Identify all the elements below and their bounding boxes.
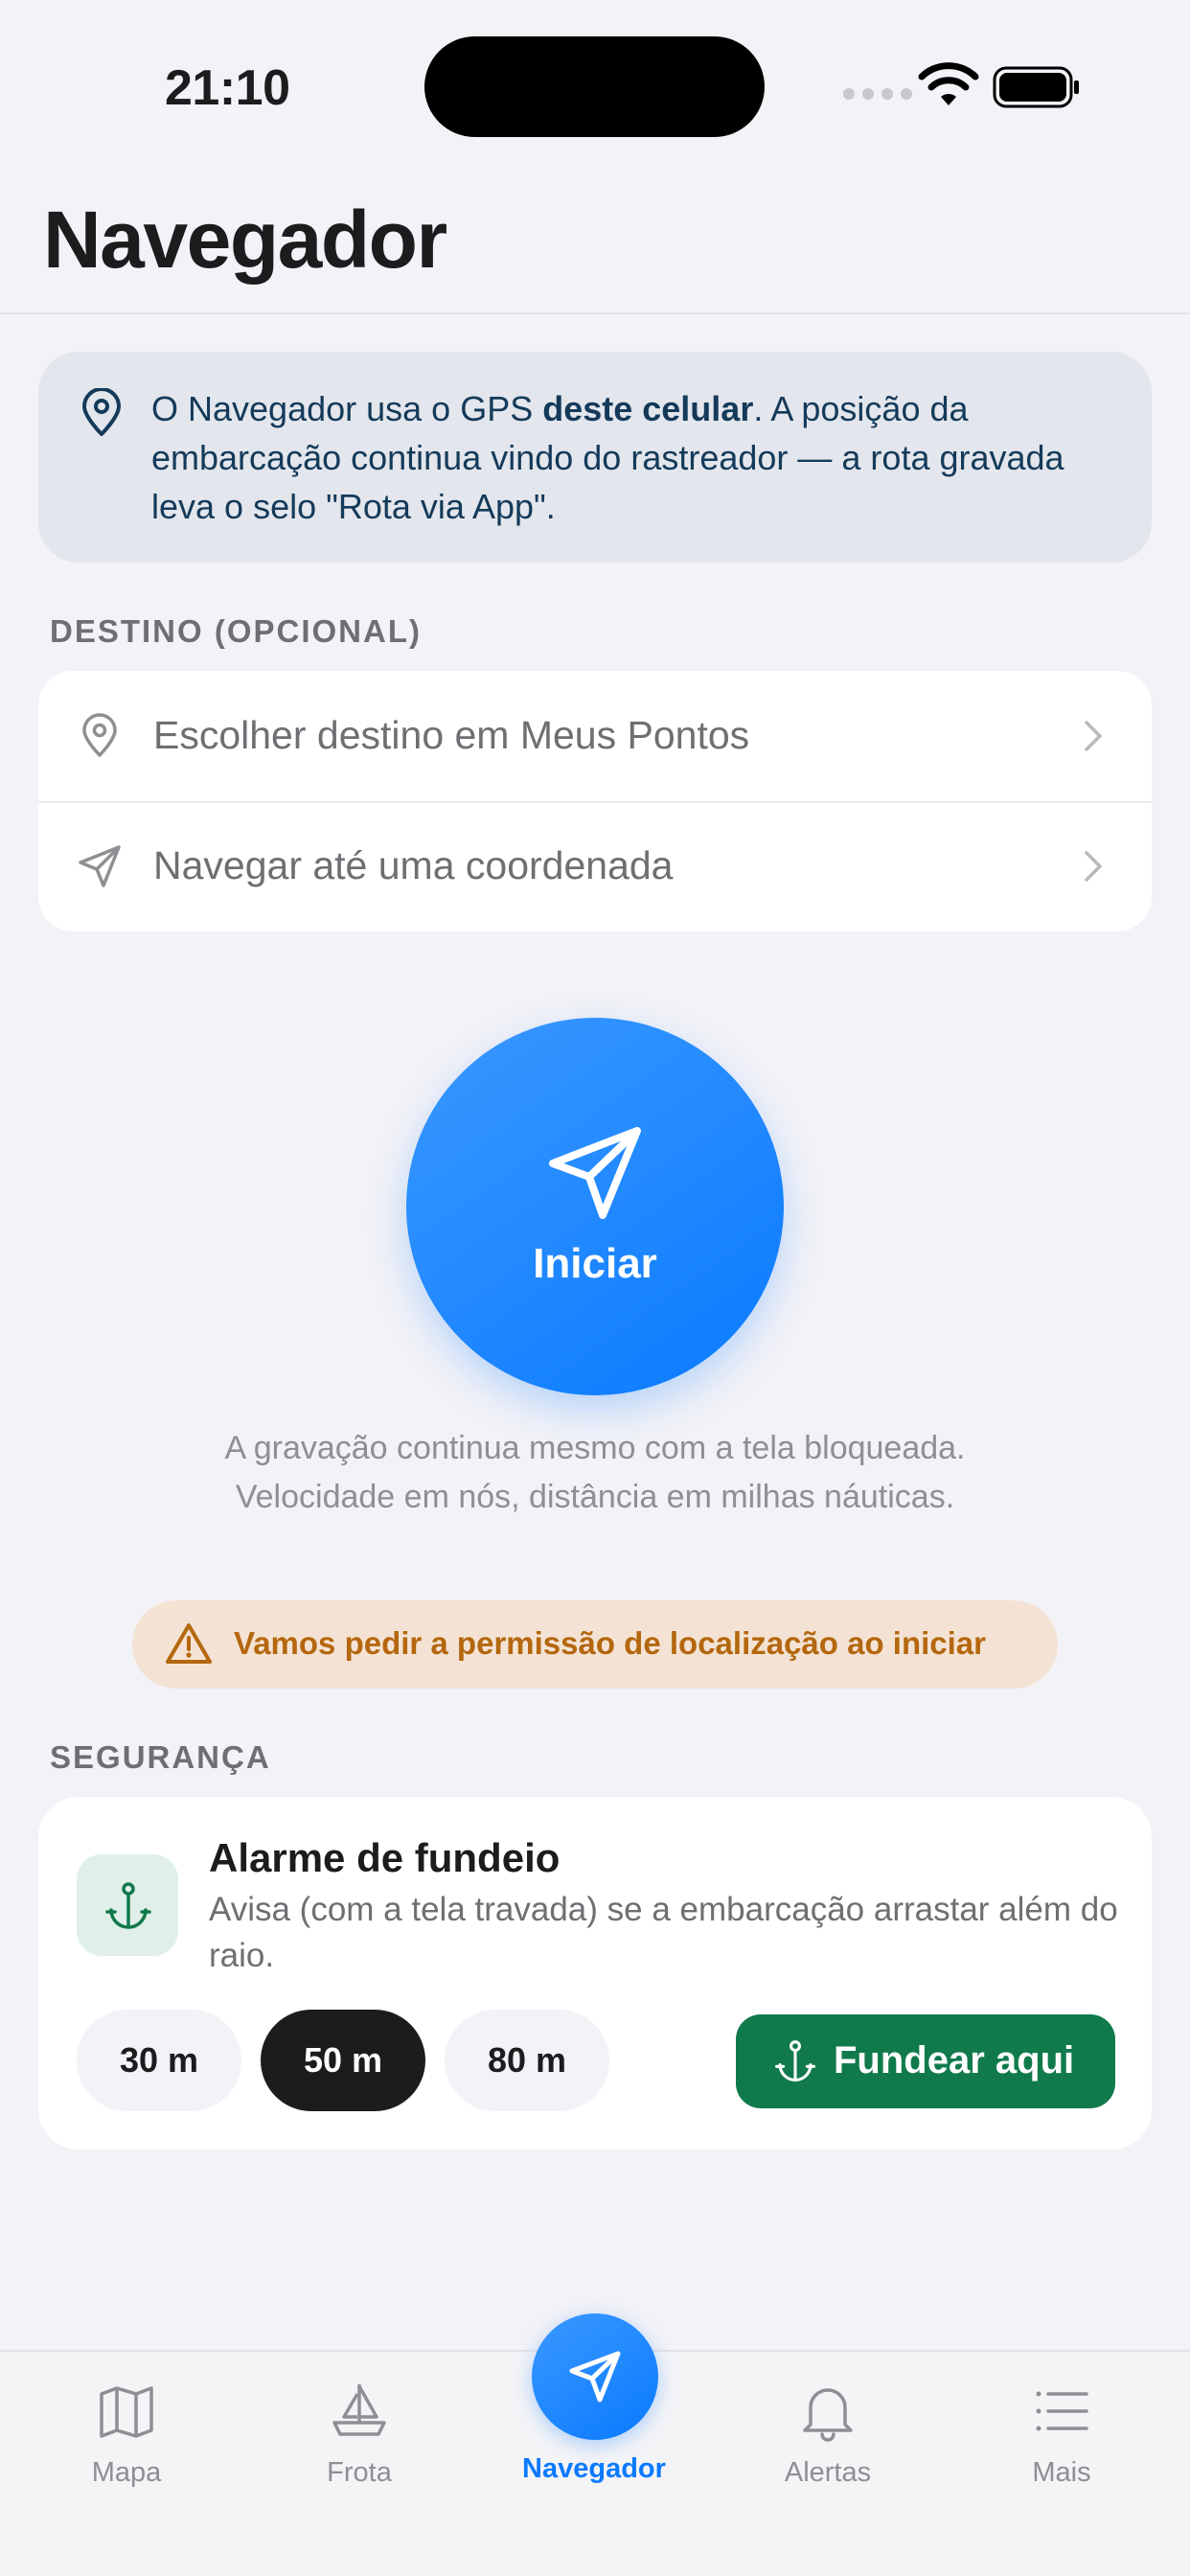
chevron-right-icon (1085, 851, 1102, 882)
status-time: 21:10 (165, 60, 290, 116)
radius-option-30m[interactable]: 30 m (77, 2010, 241, 2111)
anchor-icon (105, 1882, 151, 1929)
tab-label: Alertas (784, 2457, 872, 2488)
status-bar: 21:10 (0, 0, 1190, 172)
gps-info-text: O Navegador usa o GPS deste celular. A p… (151, 389, 1064, 526)
list-icon (1036, 2391, 1088, 2431)
anchor-icon-box (77, 1854, 178, 1956)
anchor-alarm-title: Alarme de fundeio (209, 1835, 561, 1880)
anchor-icon (774, 2040, 816, 2082)
start-button-label: Iniciar (533, 1240, 657, 1287)
map-pin-icon (82, 388, 121, 436)
wifi-icon (918, 62, 979, 105)
sailboat-icon (332, 2384, 386, 2436)
recording-note: A gravação continua mesmo com a tela blo… (224, 1430, 966, 1515)
tab-mapa[interactable]: Mapa (31, 2352, 222, 2543)
tab-label: Frota (327, 2457, 392, 2488)
anchor-here-label: Fundear aqui (834, 2039, 1075, 2082)
start-navigation-button[interactable]: Iniciar (406, 1018, 784, 1395)
tab-mais[interactable]: Mais (966, 2352, 1157, 2543)
page-title: Navegador (43, 195, 447, 285)
radius-option-80m[interactable]: 80 m (445, 2010, 609, 2111)
destination-section-label: DESTINO (OPCIONAL) (50, 613, 422, 649)
anchor-here-button[interactable]: Fundear aqui (736, 2014, 1115, 2108)
choose-saved-point-row[interactable]: Escolher destino em Meus Pontos (38, 671, 1152, 801)
warning-triangle-icon (166, 1623, 212, 1664)
tab-alertas[interactable]: Alertas (732, 2352, 924, 2543)
bell-icon (803, 2388, 853, 2442)
map-pin-icon (82, 713, 117, 757)
location-permission-notice: Vamos pedir a permissão de localização a… (132, 1600, 1058, 1689)
battery-icon (993, 66, 1079, 108)
navigate-to-coordinate-label: Navegar até uma coordenada (153, 843, 674, 887)
tab-frota[interactable]: Frota (263, 2352, 455, 2543)
tab-navegador[interactable] (532, 2313, 658, 2440)
dynamic-island (424, 36, 765, 137)
tab-label-active: Navegador (522, 2453, 666, 2484)
destination-list: Escolher destino em Meus Pontos Navegar … (38, 671, 1152, 932)
navigation-arrow-icon (79, 845, 121, 887)
map-icon (100, 2386, 153, 2438)
radius-option-50m[interactable]: 50 m (261, 2010, 425, 2111)
anchor-alarm-card: Alarme de fundeio Avisa (com a tela trav… (38, 1797, 1152, 2150)
location-permission-text: Vamos pedir a permissão de localização a… (234, 1625, 987, 1661)
navigate-to-coordinate-row[interactable]: Navegar até uma coordenada (38, 801, 1152, 932)
navigation-arrow-icon (569, 2351, 621, 2403)
chevron-right-icon (1085, 721, 1102, 751)
choose-saved-point-label: Escolher destino em Meus Pontos (153, 713, 750, 757)
safety-section-label: SEGURANÇA (50, 1739, 271, 1775)
gps-info-card: O Navegador usa o GPS deste celular. A p… (38, 352, 1152, 563)
tab-label: Mais (1032, 2457, 1091, 2488)
anchor-alarm-description: Avisa (com a tela travada) se a embarcaç… (209, 1891, 1118, 1974)
tab-label: Mapa (91, 2457, 162, 2488)
header-divider (0, 312, 1190, 314)
cellular-signal-icon (843, 88, 912, 100)
navigation-arrow-icon (549, 1127, 641, 1219)
